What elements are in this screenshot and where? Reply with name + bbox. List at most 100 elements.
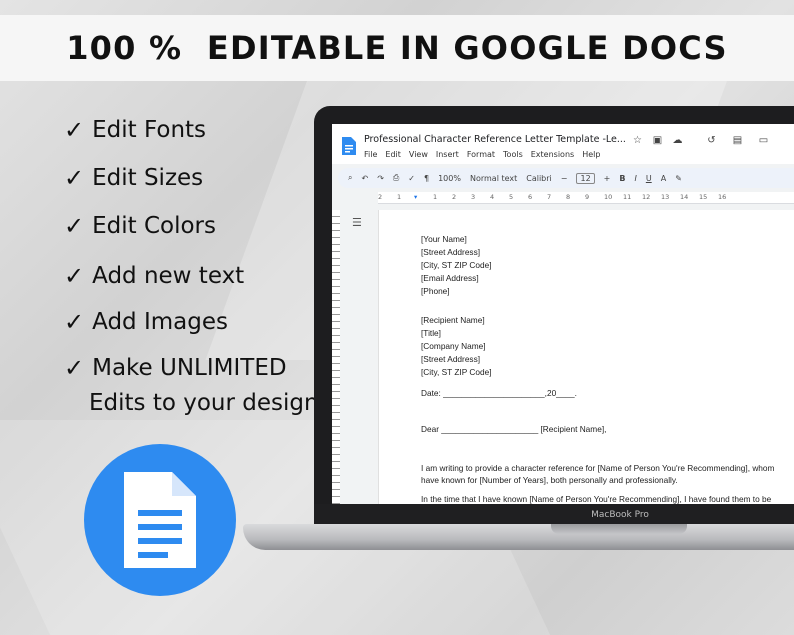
menu-tools[interactable]: Tools bbox=[503, 150, 523, 159]
letter-line: [Your Name] bbox=[421, 234, 467, 244]
letter-line: I am writing to provide a character refe… bbox=[421, 463, 775, 473]
ruler-number: 16 bbox=[718, 193, 727, 201]
feature-item: ✓ Edit Sizes bbox=[64, 164, 203, 192]
menu-insert[interactable]: Insert bbox=[436, 150, 459, 159]
letter-line: [Title] bbox=[421, 328, 441, 338]
ruler-number: 1 bbox=[433, 193, 438, 201]
feature-label: Make UNLIMITED bbox=[92, 355, 287, 381]
document-page[interactable]: [Your Name] [Street Address] [City, ST Z… bbox=[378, 210, 794, 504]
letter-line: [City, ST ZIP Code] bbox=[421, 367, 492, 377]
laptop-bezel bbox=[314, 504, 794, 526]
ruler-number: 3 bbox=[471, 193, 476, 201]
ruler-number: 12 bbox=[642, 193, 651, 201]
feature-sublabel: Edits to your design bbox=[89, 390, 319, 416]
feature-item: ✓ Edit Colors bbox=[64, 212, 216, 240]
document-title[interactable]: Professional Character Reference Letter … bbox=[364, 134, 626, 145]
laptop-screen: Professional Character Reference Letter … bbox=[332, 124, 794, 504]
feature-label: Edit Fonts bbox=[92, 117, 207, 143]
checkmark-icon: ✓ bbox=[64, 308, 85, 336]
letter-line: [City, ST ZIP Code] bbox=[421, 260, 492, 270]
text-color-button[interactable]: A bbox=[661, 174, 666, 183]
italic-button[interactable]: I bbox=[634, 174, 636, 183]
ruler-number: 11 bbox=[623, 193, 632, 201]
redo-icon[interactable]: ↷ bbox=[377, 174, 384, 183]
document-icon bbox=[124, 472, 196, 568]
checkmark-icon: ✓ bbox=[64, 212, 85, 240]
ruler-number: 9 bbox=[585, 193, 590, 201]
video-icon[interactable]: ▭ bbox=[758, 135, 769, 146]
zoom-select[interactable]: 100% bbox=[438, 174, 461, 183]
letter-line: Date: ______________________,20____. bbox=[421, 388, 577, 398]
letter-line: [Street Address] bbox=[421, 247, 481, 257]
checkmark-icon: ✓ bbox=[64, 354, 85, 382]
title-icons: ☆ ▣ ☁ ↺ ▤ ▭ bbox=[632, 135, 769, 146]
search-icon[interactable]: ⌕ bbox=[348, 173, 352, 183]
feature-item: ✓ Add Images bbox=[64, 308, 228, 336]
docs-app-icon[interactable] bbox=[342, 137, 356, 155]
font-size-increase-icon[interactable]: + bbox=[604, 174, 611, 183]
ruler-number: 2 bbox=[378, 193, 383, 201]
bold-button[interactable]: B bbox=[619, 174, 625, 183]
menu-file[interactable]: File bbox=[364, 150, 377, 159]
ruler-number: 8 bbox=[566, 193, 571, 201]
feature-item: ✓ Make UNLIMITED bbox=[64, 354, 287, 382]
spellcheck-icon[interactable]: ✓ bbox=[408, 174, 415, 183]
undo-icon[interactable]: ↶ bbox=[361, 174, 368, 183]
laptop-base bbox=[243, 524, 794, 550]
menu-help[interactable]: Help bbox=[582, 150, 600, 159]
comment-icon[interactable]: ▤ bbox=[732, 135, 743, 146]
letter-line: [Recipient Name] bbox=[421, 315, 485, 325]
font-size-input[interactable]: 12 bbox=[576, 172, 595, 184]
ruler-number: 10 bbox=[604, 193, 613, 201]
cloud-icon[interactable]: ☁ bbox=[672, 135, 683, 146]
laptop-notch bbox=[551, 524, 687, 534]
paint-format-icon[interactable]: ¶ bbox=[424, 174, 429, 183]
document-outline-icon[interactable]: ☰ bbox=[352, 216, 362, 229]
checkmark-icon: ✓ bbox=[64, 116, 85, 144]
checkmark-icon: ✓ bbox=[64, 262, 85, 290]
ruler-number: 4 bbox=[490, 193, 495, 201]
headline-text: 100 % EDITABLE IN GOOGLE DOCS bbox=[66, 29, 728, 67]
letter-line: [Email Address] bbox=[421, 273, 479, 283]
letter-line: [Company Name] bbox=[421, 341, 486, 351]
feature-item: ✓ Add new text bbox=[64, 262, 244, 290]
ruler-number: 7 bbox=[547, 193, 552, 201]
ruler-number: 15 bbox=[699, 193, 708, 201]
ruler-number: 6 bbox=[528, 193, 533, 201]
letter-line: Dear _____________________ [Recipient Na… bbox=[421, 424, 607, 434]
feature-item: ✓ Edit Fonts bbox=[64, 116, 206, 144]
font-size-decrease-icon[interactable]: − bbox=[561, 174, 568, 183]
formatting-toolbar: ⌕ ↶ ↷ ⎙ ✓ ¶ 100% Normal text Calibri − 1… bbox=[338, 168, 794, 188]
letter-line: [Street Address] bbox=[421, 354, 481, 364]
docs-title-bar: Professional Character Reference Letter … bbox=[332, 124, 794, 164]
headline-banner: 100 % EDITABLE IN GOOGLE DOCS bbox=[0, 15, 794, 81]
google-docs-logo bbox=[84, 444, 236, 596]
ruler-number: 2 bbox=[452, 193, 457, 201]
ruler-number: 1 bbox=[397, 193, 402, 201]
star-icon[interactable]: ☆ bbox=[632, 135, 643, 146]
letter-line: have known for [Number of Years], both p… bbox=[421, 475, 678, 485]
paragraph-style-select[interactable]: Normal text bbox=[470, 174, 517, 183]
menu-format[interactable]: Format bbox=[467, 150, 495, 159]
ruler-number: 14 bbox=[680, 193, 689, 201]
ruler-number: 5 bbox=[509, 193, 514, 201]
ruler-number: 13 bbox=[661, 193, 670, 201]
feature-label: Edit Colors bbox=[92, 213, 216, 239]
letter-line: [Phone] bbox=[421, 286, 450, 296]
history-icon[interactable]: ↺ bbox=[706, 135, 717, 146]
indent-marker-icon[interactable]: ▾ bbox=[414, 193, 417, 201]
menu-extensions[interactable]: Extensions bbox=[531, 150, 574, 159]
font-select[interactable]: Calibri bbox=[526, 174, 552, 183]
horizontal-ruler: 2 1 ▾ 1 2 3 4 5 6 7 8 9 10 11 12 13 14 1… bbox=[378, 192, 794, 204]
letter-line: In the time that I have known [Name of P… bbox=[421, 494, 772, 504]
menu-edit[interactable]: Edit bbox=[385, 150, 401, 159]
checkmark-icon: ✓ bbox=[64, 164, 85, 192]
print-icon[interactable]: ⎙ bbox=[393, 173, 399, 183]
folder-move-icon[interactable]: ▣ bbox=[652, 135, 663, 146]
menu-view[interactable]: View bbox=[409, 150, 428, 159]
menu-bar: File Edit View Insert Format Tools Exten… bbox=[364, 150, 600, 159]
feature-label: Add new text bbox=[92, 263, 245, 289]
highlight-icon[interactable]: ✎ bbox=[675, 174, 682, 183]
feature-label: Edit Sizes bbox=[92, 165, 204, 191]
underline-button[interactable]: U bbox=[646, 174, 652, 183]
